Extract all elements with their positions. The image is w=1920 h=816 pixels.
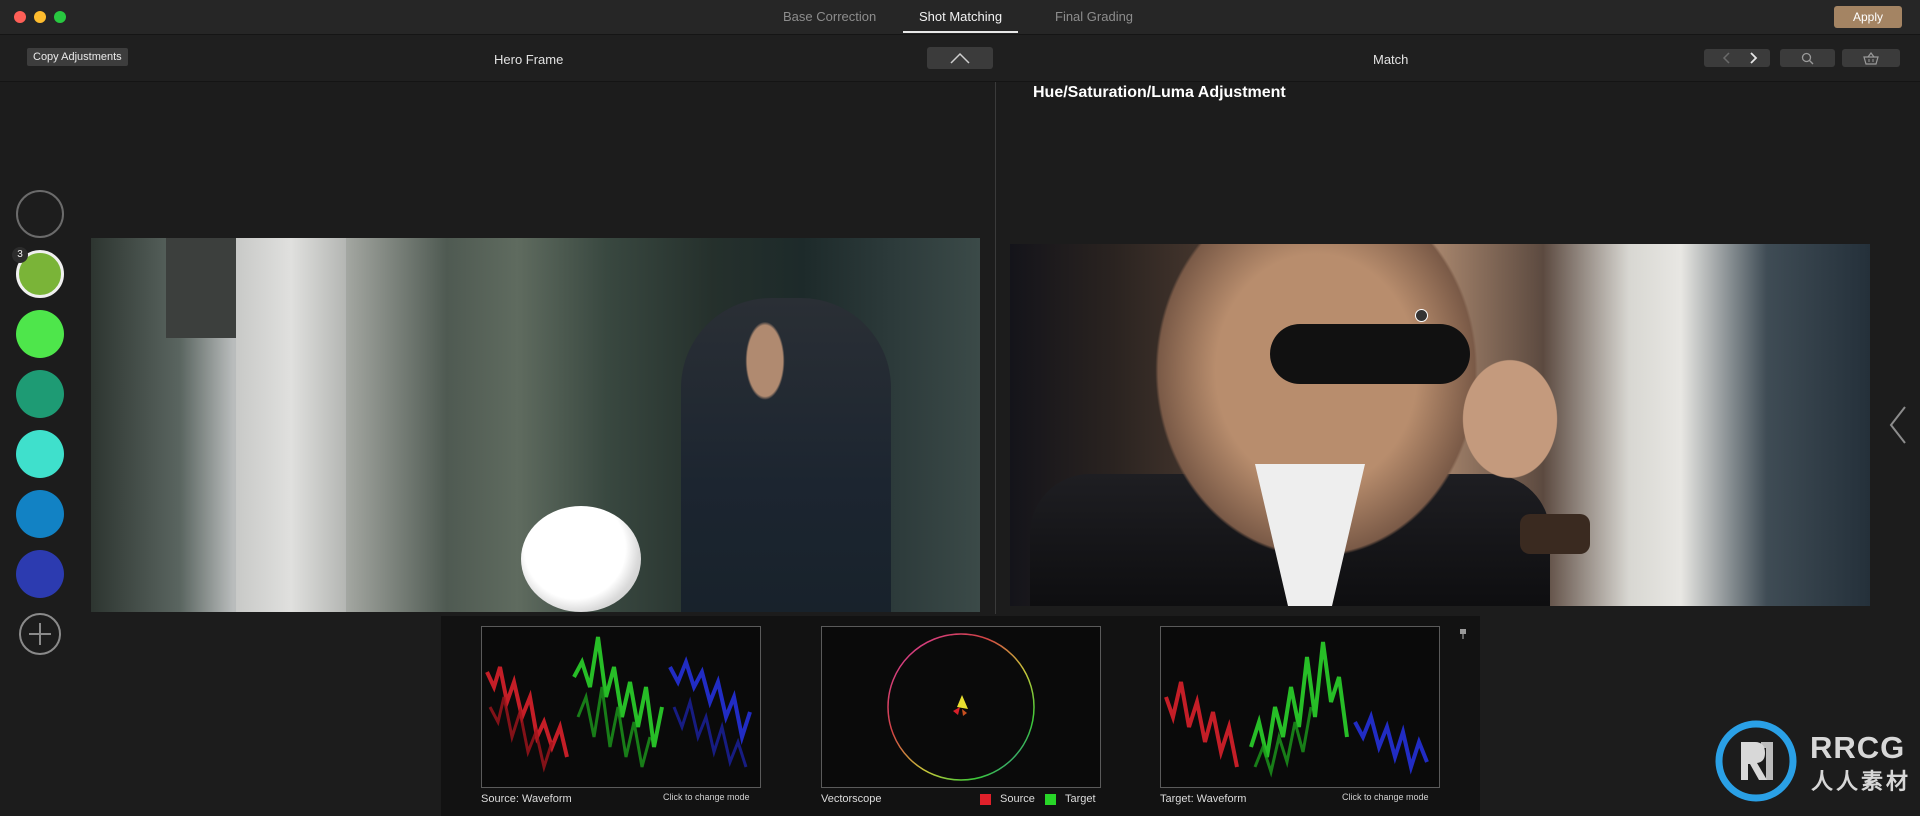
collapse-panel-button[interactable] [927,47,993,69]
swatch-blue[interactable] [16,490,64,538]
toolbar: Copy Adjustments Hero Frame Match [0,35,1920,82]
vectorscope-graph [887,633,1035,781]
adjustment-title: Hue/Saturation/Luma Adjustment [1033,84,1286,101]
legend-source-swatch [980,794,991,805]
watermark-subtitle: 人人素材 [1811,769,1912,794]
swatch-green[interactable] [16,310,64,358]
tab-shot-matching[interactable]: Shot Matching [903,7,1019,33]
legend-target-label: Target [1065,793,1096,805]
hero-pillar [236,238,346,612]
pin-icon[interactable] [1458,628,1468,640]
target-waveform-graph [1164,641,1429,778]
source-waveform-label: Source: Waveform [481,793,572,805]
source-waveform-scope[interactable] [481,626,761,788]
chevron-right-icon [1750,52,1758,64]
chevron-left-icon [1722,52,1730,64]
frame-navigation-button[interactable] [1704,49,1770,67]
hero-person [681,298,891,612]
hero-frame-label: Hero Frame [494,52,564,67]
panel-divider [995,82,996,614]
hero-frame-image[interactable] [91,238,980,612]
mode-tabs: Base Correction Shot Matching Final Grad… [0,0,1920,34]
basket-icon [1863,52,1879,65]
title-bar: Base Correction Shot Matching Final Grad… [0,0,1920,35]
swatch-teal[interactable] [16,370,64,418]
search-icon [1801,52,1814,65]
legend-source-label: Source [1000,793,1035,805]
target-mode-hint[interactable]: Click to change mode [1342,792,1429,802]
watermark-brand: RRCG [1810,730,1906,765]
swatch-aqua[interactable] [16,430,64,478]
vectorscope-label: Vectorscope [821,793,882,805]
source-mode-hint[interactable]: Click to change mode [663,792,750,802]
legend-target-swatch [1045,794,1056,805]
source-waveform-graph [485,636,752,773]
match-hand [1450,344,1570,494]
scopes-panel: Source: Waveform Click to change mode Ve… [441,616,1480,816]
hero-sign [166,238,236,338]
target-waveform-label: Target: Waveform [1160,793,1247,805]
apply-button[interactable]: Apply [1834,6,1902,28]
chevron-up-icon [950,52,970,64]
match-watch [1520,514,1590,554]
vectorscope[interactable] [821,626,1101,788]
color-picker-icon[interactable] [1415,309,1428,322]
tab-base-correction[interactable]: Base Correction [767,7,892,31]
target-waveform-scope[interactable] [1160,626,1440,788]
hero-helmet [521,506,641,612]
add-swatch-button[interactable] [18,612,62,656]
search-button[interactable] [1780,49,1835,67]
match-label: Match [1373,52,1409,67]
watermark-logo-icon [1715,720,1797,802]
match-sunglasses [1270,324,1470,384]
swatch-indigo[interactable] [16,550,64,598]
copy-adjustments-button[interactable]: Copy Adjustments [27,48,128,66]
match-frame-image[interactable] [1010,244,1870,606]
swatch-count-badge: 3 [12,247,28,263]
swatch-empty[interactable] [16,190,64,238]
basket-button[interactable] [1842,49,1900,67]
chevron-left-icon[interactable] [1888,405,1908,445]
tab-final-grading[interactable]: Final Grading [1039,7,1149,31]
